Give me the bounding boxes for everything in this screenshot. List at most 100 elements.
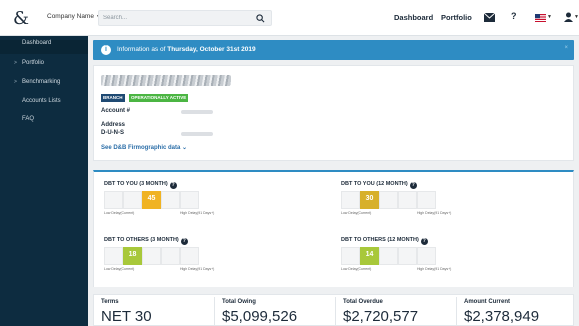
dbt-scale-cell <box>161 191 180 209</box>
company-card: BRANCH OPERATIONALLY ACTIVE Account # Ad… <box>93 65 574 161</box>
dbt-scale-cell <box>379 191 398 209</box>
help-icon[interactable]: ? <box>169 182 177 189</box>
dbt-title-text: DBT TO OTHERS (12 MONTH) <box>341 237 419 243</box>
dbt-high-label: High Delay(91 Days+) <box>417 211 452 215</box>
stat-amount-current: Amount Current $2,378,949 <box>457 295 574 326</box>
stat-terms: Terms NET 30 <box>94 295 214 326</box>
sidebar-item-portfolio[interactable]: > Portfolio <box>0 60 88 66</box>
address-label: Address <box>101 122 126 128</box>
company-name-redacted <box>101 75 231 86</box>
search-icon[interactable] <box>256 14 265 23</box>
dbt-title: DBT TO YOU (3 MONTH)? <box>104 181 224 189</box>
dbt-title: DBT TO OTHERS (3 MONTH)? <box>104 237 224 245</box>
help-icon[interactable]: ? <box>511 11 517 21</box>
sidebar-item-benchmarking[interactable]: > Benchmarking <box>0 79 88 85</box>
branch-badge: BRANCH <box>101 94 125 102</box>
dbt-scale-cell <box>104 191 123 209</box>
mail-icon[interactable] <box>484 13 495 22</box>
stat-value: $2,378,949 <box>464 308 540 325</box>
account-number-value-redacted <box>181 110 213 114</box>
dbt-title-text: DBT TO YOU (3 MONTH) <box>104 181 168 187</box>
dbt-title-text: DBT TO OTHERS (3 MONTH) <box>104 237 179 243</box>
sidebar-item-accounts-lists[interactable]: Accounts Lists <box>0 98 88 104</box>
dbt-value: 14 <box>360 247 379 265</box>
sidebar-item-label: Accounts Lists <box>22 98 61 104</box>
dbt-low-label: Low Delay(Current) <box>341 267 372 271</box>
operational-status-badge: OPERATIONALLY ACTIVE <box>129 94 189 102</box>
user-chevron-down-icon[interactable]: ▼ <box>574 14 579 20</box>
help-icon[interactable]: ? <box>180 238 188 245</box>
dbt-scale: 18 <box>104 247 224 265</box>
company-selector[interactable]: Company Name▼ <box>47 13 101 20</box>
dnb-logo-icon[interactable]: & <box>12 7 30 29</box>
duns-label: D-U-N-S <box>101 130 124 136</box>
language-chevron-down-icon[interactable]: ▼ <box>547 14 552 20</box>
dbt-card: DBT TO YOU (3 MONTH)? 45 Low Delay(Current… <box>93 170 574 287</box>
account-number-label: Account # <box>101 108 131 114</box>
stat-label: Total Overdue <box>343 299 383 305</box>
info-banner-prefix: Information as of <box>117 46 168 53</box>
dbt-to-you-12-month: DBT TO YOU (12 MONTH)? 30 Low Delay(Curren… <box>341 181 461 221</box>
stat-label: Total Owing <box>222 299 256 305</box>
dbt-scale-cell <box>417 191 436 209</box>
dbt-scale-cell <box>123 191 142 209</box>
dbt-low-label: Low Delay(Current) <box>341 211 372 215</box>
dbt-low-label: Low Delay(Current) <box>104 267 135 271</box>
dbt-scale: 30 <box>341 191 461 209</box>
dbt-scale-cell <box>398 191 417 209</box>
dbt-to-others-12-month: DBT TO OTHERS (12 MONTH)? 14 Low Delay(Cur… <box>341 237 461 277</box>
dbt-scale-cell <box>379 247 398 265</box>
dbt-value: 45 <box>142 191 161 209</box>
stats-bar: Terms NET 30 Total Owing $5,099,526 Tota… <box>93 294 574 326</box>
nav-portfolio-link[interactable]: Portfolio <box>441 13 472 22</box>
sidebar: « Dashboard > Portfolio > Benchmarking A… <box>0 36 88 326</box>
sidebar-item-label: FAQ <box>22 116 35 122</box>
info-icon: i <box>101 45 111 55</box>
dbt-scale-cell <box>180 247 199 265</box>
info-banner-text: Information as of Thursday, October 31st… <box>117 46 256 53</box>
dbt-high-label: High Delay(91 Days+) <box>180 211 215 215</box>
dbt-scale: 45 <box>104 191 224 209</box>
stat-total-overdue: Total Overdue $2,720,577 <box>336 295 456 326</box>
dbt-low-label: Low Delay(Current) <box>104 211 135 215</box>
sidebar-item-dashboard[interactable]: Dashboard <box>0 40 88 54</box>
company-selector-label: Company Name <box>47 13 94 20</box>
nav-dashboard-link[interactable]: Dashboard <box>394 13 433 22</box>
svg-text:&: & <box>13 8 29 29</box>
help-icon[interactable]: ? <box>420 238 428 245</box>
dbt-high-label: High Delay(91 Days+) <box>417 267 452 271</box>
dbt-scale: 14 <box>341 247 461 265</box>
top-bar: & Company Name▼ Dashboard Portfolio ? ▼ … <box>0 0 579 36</box>
help-icon[interactable]: ? <box>409 182 417 189</box>
chevron-down-icon: ⌄ <box>182 145 188 151</box>
dbt-scale-cell <box>180 191 199 209</box>
close-icon[interactable]: × <box>564 45 568 51</box>
stat-label: Amount Current <box>464 299 510 305</box>
dbt-value: 18 <box>123 247 142 265</box>
chevron-right-icon: > <box>14 60 17 66</box>
info-banner-date: Thursday, October 31st 2019 <box>167 46 256 53</box>
duns-value-redacted <box>181 132 213 136</box>
sidebar-item-faq[interactable]: FAQ <box>0 116 88 122</box>
dbt-high-label: High Delay(91 Days+) <box>180 267 215 271</box>
dbt-title: DBT TO YOU (12 MONTH)? <box>341 181 461 189</box>
stat-total-owing: Total Owing $5,099,526 <box>215 295 335 326</box>
info-banner: i Information as of Thursday, October 31… <box>93 40 574 60</box>
stat-value: NET 30 <box>101 308 152 325</box>
user-icon[interactable] <box>564 12 573 22</box>
see-firmographic-link[interactable]: See D&B Firmographic data ⌄ <box>101 144 187 151</box>
dbt-value: 30 <box>360 191 379 209</box>
search-box[interactable] <box>98 10 272 26</box>
dbt-scale-cell <box>417 247 436 265</box>
dbt-scale-cell <box>398 247 417 265</box>
search-input[interactable] <box>103 12 253 24</box>
us-flag-icon[interactable] <box>535 14 546 22</box>
chevron-right-icon: > <box>14 79 17 85</box>
dbt-to-others-3-month: DBT TO OTHERS (3 MONTH)? 18 Low Delay(Curr… <box>104 237 224 277</box>
dbt-scale-cell <box>104 247 123 265</box>
sidebar-item-label: Dashboard <box>22 40 52 46</box>
stat-value: $2,720,577 <box>343 308 419 325</box>
see-firmographic-label: See D&B Firmographic data <box>101 145 181 151</box>
dbt-scale-cell <box>341 191 360 209</box>
dbt-scale-cell <box>161 247 180 265</box>
